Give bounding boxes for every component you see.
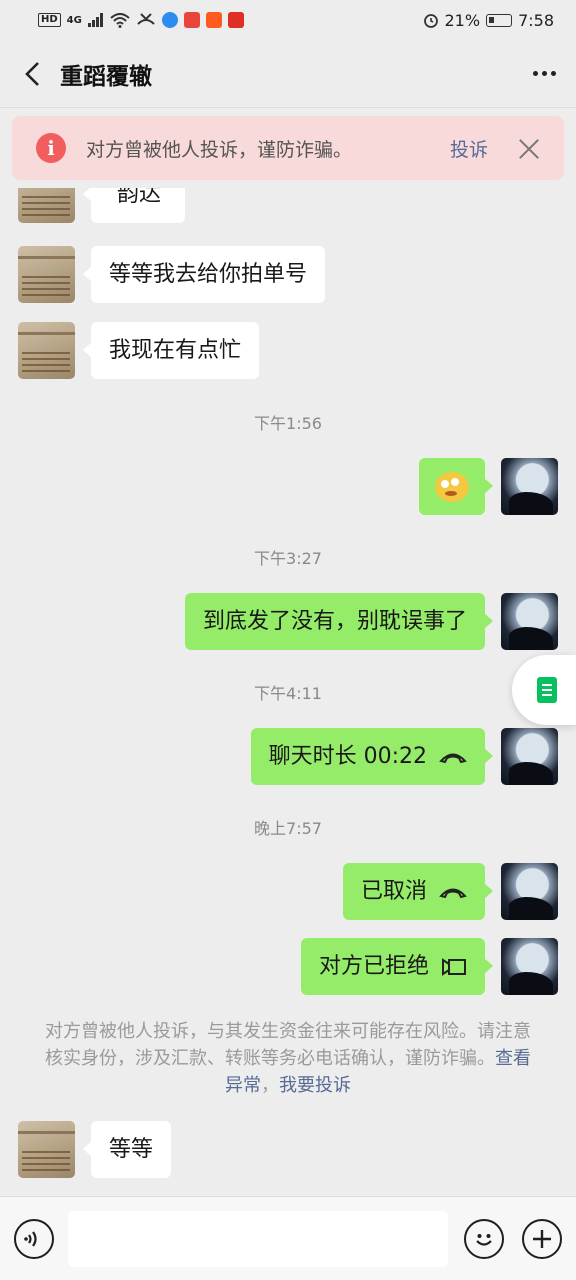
document-icon xyxy=(537,677,557,703)
more-icon[interactable] xyxy=(533,71,556,76)
warning-text: 对方曾被他人投诉，谨防诈骗。 xyxy=(86,138,353,161)
message-row: 到底发了没有，别耽误事了 xyxy=(184,593,558,650)
complain-link[interactable]: 投诉 xyxy=(450,135,488,162)
status-bar: HD 4G 21% 7:58 xyxy=(0,0,576,40)
fraud-system-notice: 对方曾被他人投诉，与其发生资金往来可能存在风险。请注意核实身份，涉及汇款、转账等… xyxy=(44,1018,532,1099)
message-bubble[interactable] xyxy=(419,458,493,515)
call-duration-text: 聊天时长 00:22 xyxy=(268,743,427,769)
message-row: 韵达 xyxy=(18,188,186,223)
phone-hangup-icon xyxy=(439,885,467,899)
message-text: 我现在有点忙 xyxy=(109,337,242,363)
report-link[interactable]: 我要投诉 xyxy=(279,1075,351,1096)
my-avatar[interactable] xyxy=(501,593,558,650)
back-icon[interactable] xyxy=(20,59,44,89)
message-row: 等等 xyxy=(18,1121,172,1178)
call-record-bubble[interactable]: 已取消 xyxy=(342,863,494,920)
message-text: 等等 xyxy=(109,1136,154,1162)
contact-avatar[interactable] xyxy=(18,1121,75,1178)
network-label: 4G xyxy=(66,14,82,26)
warning-icon: i xyxy=(36,133,66,163)
hd-icon: HD xyxy=(38,13,61,27)
voice-icon[interactable] xyxy=(14,1218,54,1259)
message-row: 已取消 xyxy=(342,863,558,920)
message-bubble[interactable]: 到底发了没有，别耽误事了 xyxy=(184,593,494,650)
call-status-text: 已取消 xyxy=(360,878,427,904)
taobao-app-icon xyxy=(205,12,222,28)
message-bubble[interactable]: 我现在有点忙 xyxy=(82,322,260,379)
contact-avatar[interactable] xyxy=(18,246,75,303)
my-avatar[interactable] xyxy=(501,863,558,920)
contact-avatar[interactable] xyxy=(18,188,75,223)
alarm-icon xyxy=(423,14,438,28)
timestamp: 下午1:56 xyxy=(254,414,322,433)
message-bubble[interactable]: 韵达 xyxy=(82,188,186,223)
message-row: 等等我去给你拍单号 xyxy=(18,246,326,303)
chat-area[interactable]: 韵达 等等我去给你拍单号 我现在有点忙 下午1:56 下午3:27 到底发了没有… xyxy=(0,188,576,1196)
battery-icon xyxy=(486,13,513,27)
browser-app-icon xyxy=(161,12,178,28)
message-row xyxy=(419,458,558,515)
my-avatar[interactable] xyxy=(501,458,558,515)
missed-call-icon xyxy=(137,13,155,25)
my-avatar[interactable] xyxy=(501,728,558,785)
clock: 7:58 xyxy=(518,10,554,30)
message-text: 韵达 xyxy=(117,188,162,207)
my-avatar[interactable] xyxy=(501,938,558,995)
input-bar xyxy=(0,1196,576,1280)
timestamp: 下午3:27 xyxy=(254,549,322,568)
message-bubble[interactable]: 等等 xyxy=(82,1121,172,1178)
contact-avatar[interactable] xyxy=(18,322,75,379)
call-record-bubble[interactable]: 聊天时长 00:22 xyxy=(250,728,494,785)
message-text: 到底发了没有，别耽误事了 xyxy=(202,608,467,634)
wifi-icon xyxy=(110,12,130,28)
reader-app-icon xyxy=(183,12,200,28)
message-row: 我现在有点忙 xyxy=(18,322,260,379)
title-bar: 重蹈覆辙 xyxy=(0,40,576,108)
timestamp: 下午4:11 xyxy=(254,684,322,703)
message-bubble[interactable]: 等等我去给你拍单号 xyxy=(82,246,326,303)
pinduoduo-app-icon xyxy=(227,12,244,28)
phone-hangup-icon xyxy=(439,750,467,764)
notice-separator: ， xyxy=(261,1075,279,1096)
emoji-sticker-icon xyxy=(435,471,469,502)
timestamp: 晚上7:57 xyxy=(254,819,322,838)
video-call-icon xyxy=(441,957,467,976)
emoji-icon[interactable] xyxy=(464,1218,504,1259)
notice-text: 对方曾被他人投诉，与其发生资金往来可能存在风险。请注意核实身份，涉及汇款、转账等… xyxy=(45,1021,531,1069)
floating-doc-tab[interactable] xyxy=(512,655,576,725)
message-text: 等等我去给你拍单号 xyxy=(109,261,308,287)
chat-title: 重蹈覆辙 xyxy=(60,63,152,90)
message-row: 对方已拒绝 xyxy=(300,938,558,995)
plus-icon[interactable] xyxy=(522,1218,562,1259)
close-icon[interactable] xyxy=(518,137,540,159)
call-record-bubble[interactable]: 对方已拒绝 xyxy=(300,938,494,995)
fraud-warning-banner: i 对方曾被他人投诉，谨防诈骗。 投诉 xyxy=(12,116,564,180)
message-row: 聊天时长 00:22 xyxy=(250,728,558,785)
call-status-text: 对方已拒绝 xyxy=(318,953,429,979)
status-right: 21% 7:58 xyxy=(423,10,554,30)
signal-icon xyxy=(87,13,103,27)
message-input[interactable] xyxy=(68,1210,448,1267)
battery-percent: 21% xyxy=(444,10,481,30)
status-left: HD 4G xyxy=(38,12,244,28)
